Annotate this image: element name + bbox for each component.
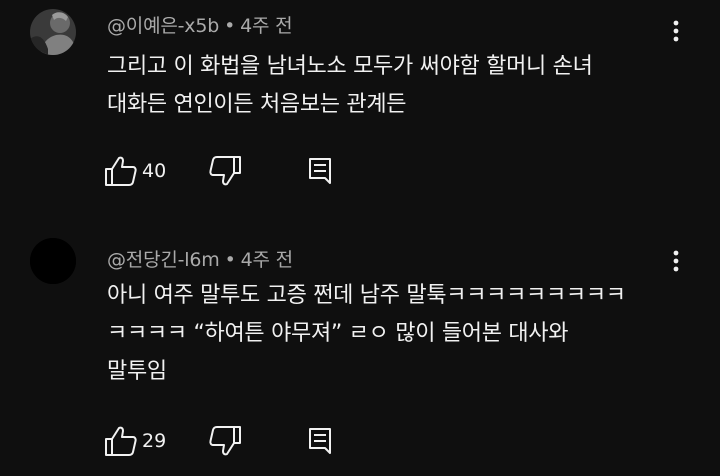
author-name[interactable]: @이예은-x5b <box>107 15 219 37</box>
like-button[interactable]: 40 <box>104 154 166 188</box>
dislike-button[interactable] <box>208 154 242 188</box>
comment-text-line: 아니 여주 말투도 고증 쩐데 남주 말툭ㅋㅋㅋㅋㅋㅋㅋㅋㅋ <box>107 283 626 308</box>
like-count: 40 <box>142 160 167 182</box>
more-options-button[interactable] <box>662 247 690 275</box>
comment-text: 그리고 이 화법을 남녀노소 모두가 써야함 할머니 손녀 대화든 연인이든 처… <box>107 48 667 124</box>
reply-button[interactable] <box>306 154 334 188</box>
avatar-photo <box>30 9 76 55</box>
comment-time: 4주 전 <box>240 15 293 37</box>
comment-actions: 40 <box>104 154 344 188</box>
avatar-photo <box>30 238 76 284</box>
comment-text-line: ㅋㅋㅋㅋ “하여튼 야무져” ㄹㅇ 많이 들어본 대사와 <box>107 321 569 346</box>
comment-meta: @이예은-x5b • 4주 전 <box>107 11 293 38</box>
like-button[interactable]: 29 <box>104 424 166 458</box>
reply-icon <box>309 158 331 184</box>
reply-icon <box>309 428 331 454</box>
comment-text: 아니 여주 말투도 고증 쩐데 남주 말툭ㅋㅋㅋㅋㅋㅋㅋㅋㅋ ㅋㅋㅋㅋ “하여튼… <box>107 277 667 391</box>
meta-separator: • <box>224 15 236 37</box>
comment-item: @이예은-x5b • 4주 전 그리고 이 화법을 남녀노소 모두가 써야함 할머니… <box>0 0 720 200</box>
comment-time: 4주 전 <box>240 249 293 271</box>
comment-item: @전당긴-l6m • 4주 전 아니 여주 말투도 고증 쩐데 남주 말툭ㅋㅋㅋㅋㅋ… <box>0 226 720 476</box>
meta-separator: • <box>224 249 236 271</box>
comment-text-line: 그리고 이 화법을 남녀노소 모두가 써야함 할머니 손녀 <box>107 54 593 79</box>
comment-actions: 29 <box>104 424 344 458</box>
avatar[interactable] <box>30 238 76 284</box>
author-name[interactable]: @전당긴-l6m <box>107 249 220 271</box>
dislike-button[interactable] <box>208 424 242 458</box>
thumbs-up-icon <box>105 156 137 186</box>
more-vertical-icon <box>673 20 679 42</box>
comment-text-line: 대화든 연인이든 처음보는 관계든 <box>107 92 407 117</box>
avatar[interactable] <box>30 9 76 55</box>
thumbs-down-icon <box>209 426 241 456</box>
comment-text-line: 말투임 <box>107 359 167 384</box>
more-options-button[interactable] <box>662 17 690 45</box>
reply-button[interactable] <box>306 424 334 458</box>
like-count: 29 <box>142 430 167 452</box>
comment-meta: @전당긴-l6m • 4주 전 <box>107 245 293 272</box>
thumbs-up-icon <box>105 426 137 456</box>
thumbs-down-icon <box>209 156 241 186</box>
more-vertical-icon <box>673 250 679 272</box>
